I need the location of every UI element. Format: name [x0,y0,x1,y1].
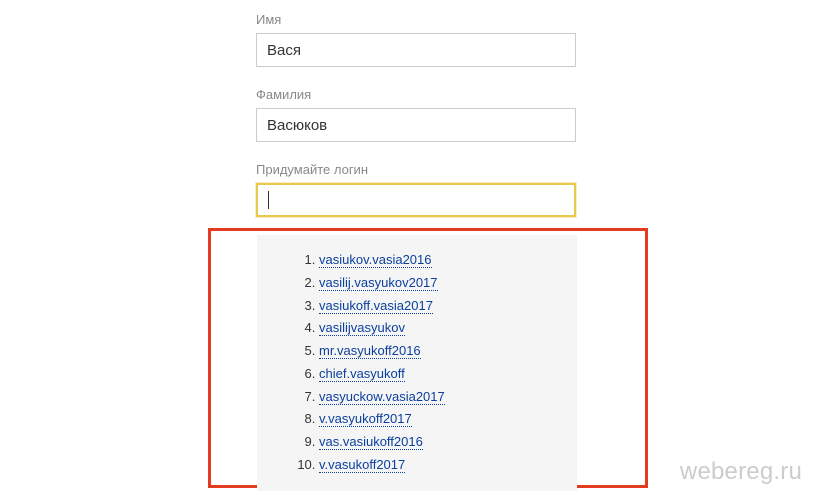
list-item: vasyuckow.vasia2017 [319,386,577,409]
suggestion-link[interactable]: vasilijvasyukov [319,320,405,336]
suggestion-link[interactable]: vasiukoff.vasia2017 [319,298,433,314]
suggestion-link[interactable]: vasyuckow.vasia2017 [319,389,445,405]
list-item: chief.vasyukoff [319,363,577,386]
list-item: vasilijvasyukov [319,317,577,340]
last-name-label: Фамилия [256,87,818,102]
login-label: Придумайте логин [256,162,818,177]
last-name-group: Фамилия [256,87,818,142]
suggestion-link[interactable]: chief.vasyukoff [319,366,405,382]
login-input-wrapper [256,183,818,217]
first-name-input[interactable] [256,33,576,67]
login-group: Придумайте логин [256,162,818,217]
login-suggestions-panel: vasiukov.vasia2016 vasilij.vasyukov2017 … [257,235,577,491]
first-name-group: Имя [256,12,818,67]
list-item: v.vasyukoff2017 [319,408,577,431]
list-item: vasiukov.vasia2016 [319,249,577,272]
login-input[interactable] [256,183,576,217]
suggestion-link[interactable]: v.vasyukoff2017 [319,411,412,427]
suggestion-link[interactable]: v.vasukoff2017 [319,457,405,473]
first-name-label: Имя [256,12,818,27]
watermark-text: webereg.ru [680,458,802,486]
list-item: vas.vasiukoff2016 [319,431,577,454]
suggestion-link[interactable]: vasiukov.vasia2016 [319,252,432,268]
list-item: vasiukoff.vasia2017 [319,295,577,318]
suggestions-highlight-box: vasiukov.vasia2016 vasilij.vasyukov2017 … [208,228,648,488]
list-item: v.vasukoff2017 [319,454,577,477]
registration-form: Имя Фамилия Придумайте логин [0,0,818,217]
login-suggestions-list: vasiukov.vasia2016 vasilij.vasyukov2017 … [257,249,577,477]
suggestion-link[interactable]: vasilij.vasyukov2017 [319,275,438,291]
suggestion-link[interactable]: mr.vasyukoff2016 [319,343,421,359]
last-name-input[interactable] [256,108,576,142]
list-item: vasilij.vasyukov2017 [319,272,577,295]
suggestion-link[interactable]: vas.vasiukoff2016 [319,434,423,450]
list-item: mr.vasyukoff2016 [319,340,577,363]
